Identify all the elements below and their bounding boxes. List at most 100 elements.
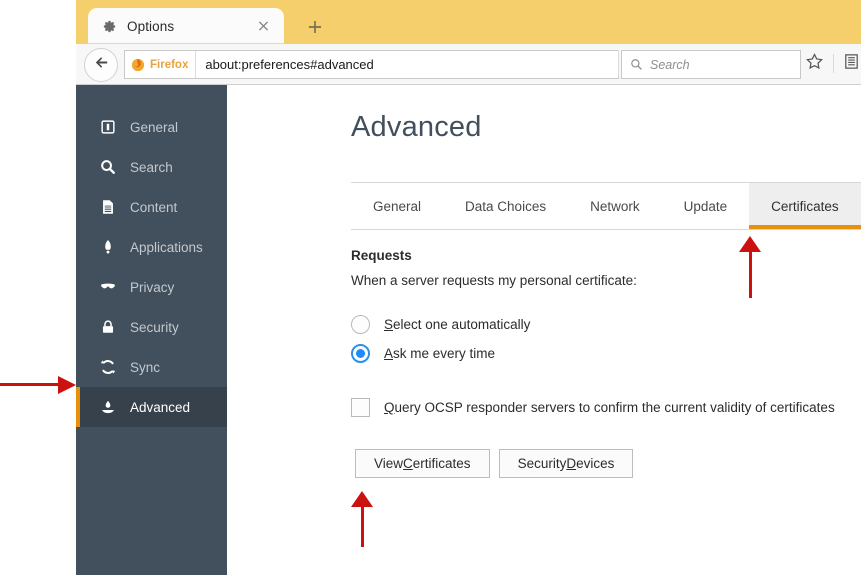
tab-data-choices[interactable]: Data Choices	[443, 183, 568, 229]
security-lock-icon	[98, 318, 117, 337]
browser-tab-options[interactable]: Options	[88, 8, 284, 44]
button-label-pre: Security	[517, 456, 567, 471]
new-tab-button[interactable]	[304, 16, 326, 38]
gear-icon	[102, 19, 117, 34]
tab-label: Data Choices	[465, 198, 547, 214]
button-label-post: ertificates	[412, 456, 471, 471]
arrow-shaft	[0, 383, 62, 386]
sidebar-item-privacy[interactable]: Privacy	[76, 267, 227, 307]
accesskey-letter: D	[566, 456, 577, 471]
label-rest: sk me every time	[393, 346, 496, 361]
url-bar[interactable]: Firefox about:preferences#advanced	[124, 50, 619, 79]
button-label-pre: View	[374, 456, 404, 471]
tab-label: Update	[683, 198, 728, 214]
identity-label: Firefox	[150, 58, 189, 71]
preferences-page: General Search Content Applications Priv…	[76, 85, 861, 575]
sidebar-item-label: Content	[130, 199, 178, 215]
browser-tab-label: Options	[127, 18, 175, 34]
arrow-shaft	[749, 248, 752, 298]
tab-general[interactable]: General	[351, 183, 443, 229]
browser-tab-inner: Options	[88, 8, 284, 44]
search-icon	[630, 58, 643, 71]
browser-navigation-toolbar: Firefox about:preferences#advanced Searc…	[76, 44, 861, 85]
sidebar-item-label: Sync	[130, 359, 161, 375]
star-icon	[805, 52, 824, 76]
browser-titlebar: Options	[76, 0, 861, 44]
page-title: Advanced	[351, 111, 482, 143]
sidebar-item-label: General	[130, 119, 179, 135]
button-label-post: evices	[576, 456, 615, 471]
url-text[interactable]: about:preferences#advanced	[196, 57, 373, 72]
identity-box[interactable]: Firefox	[125, 51, 197, 78]
sync-icon	[98, 358, 117, 377]
sidebar-item-sync[interactable]: Sync	[76, 347, 227, 387]
sidebar-item-label: Security	[130, 319, 179, 335]
general-icon	[98, 118, 117, 137]
section-description: When a server requests my personal certi…	[351, 273, 637, 288]
sidebar-item-applications[interactable]: Applications	[76, 227, 227, 267]
applications-icon	[98, 238, 117, 257]
sidebar-item-search[interactable]: Search	[76, 147, 227, 187]
tab-active-underline	[749, 225, 861, 229]
preferences-sidebar: General Search Content Applications Priv…	[76, 85, 227, 575]
screenshot-root: Options Firefox about:preferences#advanc…	[0, 0, 861, 575]
tab-label: Certificates	[771, 198, 839, 214]
category-tabs: General Data Choices Network Update Cert…	[351, 182, 861, 230]
sidebar-item-advanced[interactable]: Advanced	[76, 387, 227, 427]
tab-certificates[interactable]: Certificates	[749, 183, 861, 229]
arrow-head	[739, 236, 761, 252]
tab-label: General	[373, 198, 422, 214]
search-icon	[98, 158, 117, 177]
content-icon	[98, 198, 117, 217]
sidebar-item-content[interactable]: Content	[76, 187, 227, 227]
library-icon	[842, 52, 861, 76]
search-input[interactable]: Search	[650, 58, 690, 72]
button-row: View Certificates Security Devices	[355, 449, 634, 478]
sidebar-item-security[interactable]: Security	[76, 307, 227, 347]
firefox-logo-icon	[131, 58, 145, 72]
checkbox-row-ocsp[interactable]: Query OCSP responder servers to confirm …	[351, 398, 835, 417]
radio-dot	[356, 349, 365, 358]
toolbar-separator	[833, 54, 834, 73]
arrow-to-certificates-tab	[739, 236, 763, 298]
checkbox-query-ocsp[interactable]	[351, 398, 370, 417]
sidebar-item-general[interactable]: General	[76, 107, 227, 147]
preferences-content: Advanced General Data Choices Network Up…	[227, 85, 861, 575]
accesskey-letter: Q	[384, 400, 395, 415]
sidebar-item-label: Advanced	[130, 399, 191, 415]
arrow-shaft	[361, 503, 364, 547]
accesskey-letter: A	[384, 346, 394, 361]
arrow-to-sync	[0, 376, 80, 394]
radio-label-select-automatically: Select one automatically	[384, 317, 530, 332]
accesskey-letter: C	[403, 456, 413, 471]
tab-label: Network	[590, 198, 640, 214]
library-button[interactable]	[840, 52, 861, 75]
checkbox-label-query-ocsp: Query OCSP responder servers to confirm …	[384, 400, 835, 415]
bookmark-button[interactable]	[803, 52, 826, 75]
radio-select-automatically[interactable]	[351, 315, 370, 334]
radio-label-ask-every-time: Ask me every time	[384, 346, 495, 361]
radio-row-ask-every-time[interactable]: Ask me every time	[351, 344, 495, 363]
security-devices-button[interactable]: Security Devices	[498, 449, 634, 478]
arrow-head	[351, 491, 373, 507]
back-button[interactable]	[84, 48, 118, 82]
advanced-flask-icon	[98, 398, 117, 417]
sidebar-item-label: Privacy	[130, 279, 175, 295]
tab-update[interactable]: Update	[662, 183, 750, 229]
sidebar-item-label: Applications	[130, 239, 203, 255]
view-certificates-button[interactable]: View Certificates	[355, 449, 490, 478]
radio-ask-every-time[interactable]	[351, 344, 370, 363]
privacy-mask-icon	[98, 278, 117, 297]
section-heading: Requests	[351, 248, 412, 263]
radio-row-select-automatically[interactable]: Select one automatically	[351, 315, 530, 334]
search-bar[interactable]: Search	[621, 50, 801, 79]
arrow-to-view-certificates-button	[351, 491, 375, 547]
accesskey-letter: S	[384, 317, 394, 332]
sidebar-item-label: Search	[130, 159, 173, 175]
back-arrow-icon	[93, 54, 110, 76]
close-icon[interactable]	[257, 20, 270, 33]
label-rest: uery OCSP responder servers to confirm t…	[394, 400, 835, 415]
label-rest: elect one automatically	[393, 317, 531, 332]
tab-network[interactable]: Network	[568, 183, 662, 229]
arrow-head	[58, 376, 76, 394]
